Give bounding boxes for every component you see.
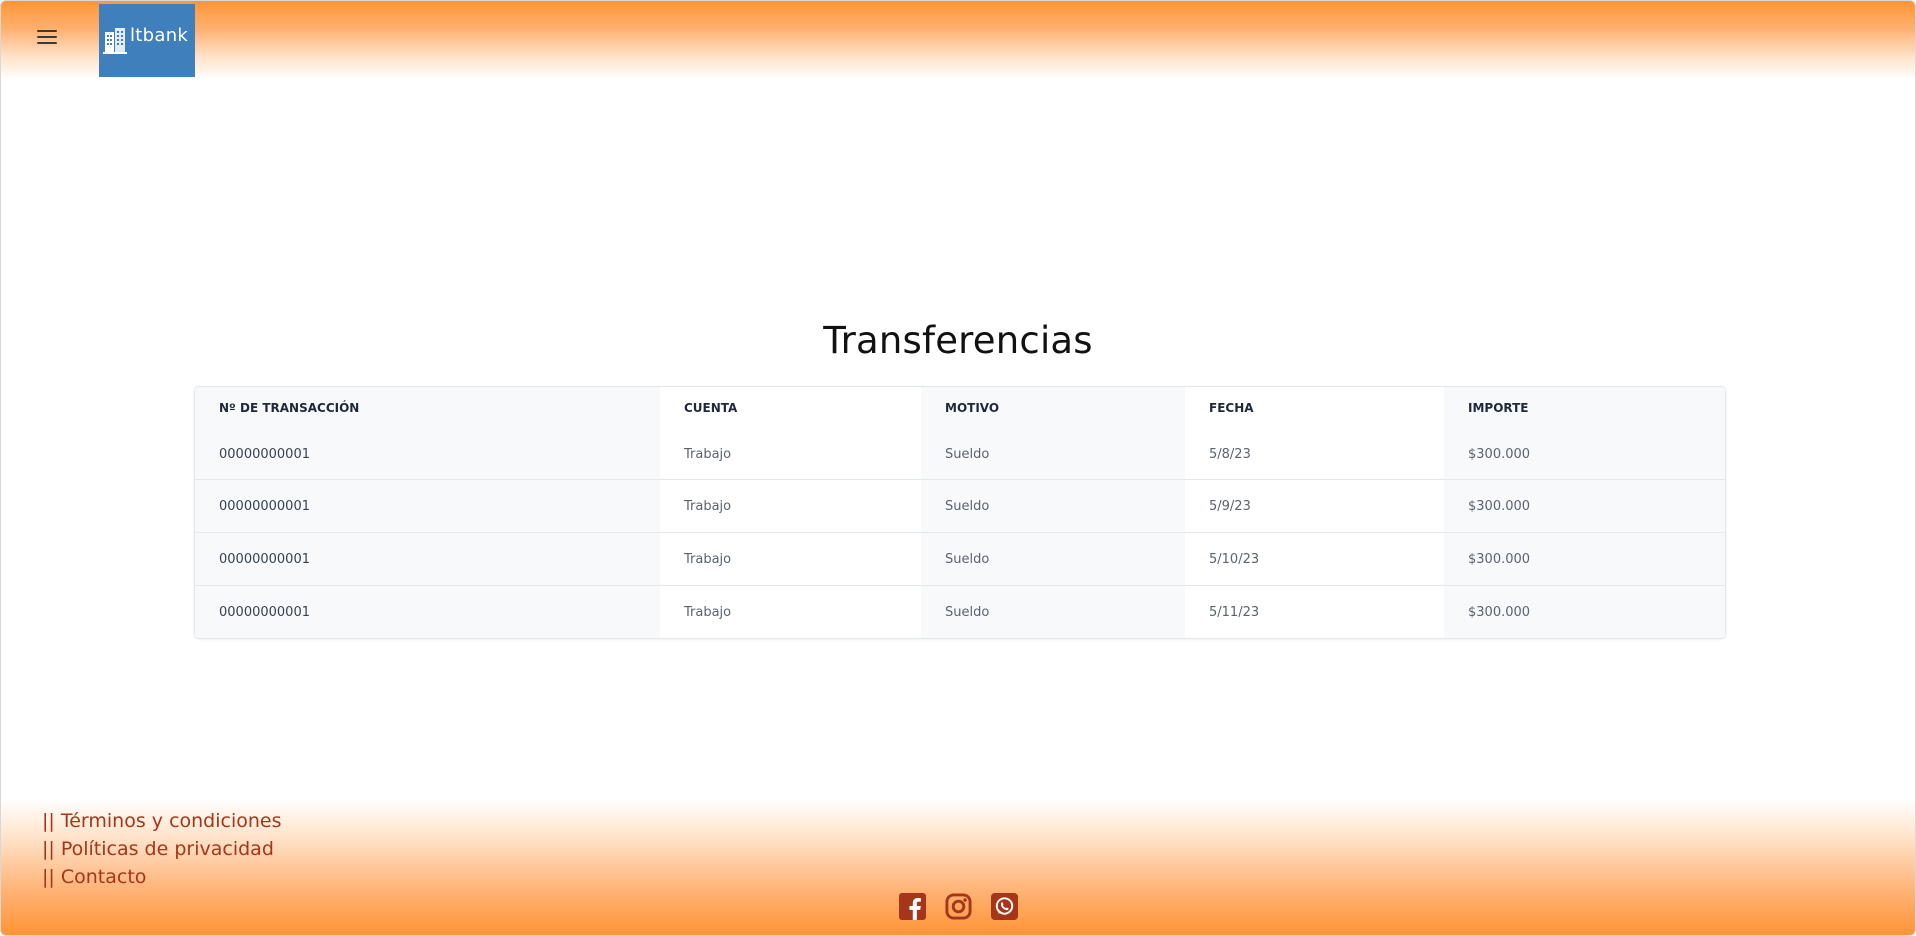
cell-account: Trabajo [660, 585, 921, 638]
facebook-icon[interactable] [899, 893, 926, 920]
cell-transaction-number: 00000000001 [195, 429, 660, 480]
footer-link-privacy[interactable]: || Políticas de privacidad [42, 835, 282, 863]
transfers-table-container: Nº DE TRANSACCIÓN CUENTA MOTIVO FECHA IM… [194, 386, 1726, 639]
buildings-icon [103, 27, 127, 54]
hamburger-menu-icon[interactable] [37, 30, 57, 46]
column-header-transaction-number: Nº DE TRANSACCIÓN [195, 387, 660, 429]
footer-links: || Términos y condiciones || Políticas d… [42, 807, 282, 891]
transfers-table: Nº DE TRANSACCIÓN CUENTA MOTIVO FECHA IM… [195, 387, 1725, 638]
app-window: ltbank Transferencias Nº DE TRANSACCIÓN … [0, 0, 1916, 936]
footer-link-terms[interactable]: || Términos y condiciones [42, 807, 282, 835]
cell-date: 5/10/23 [1185, 532, 1444, 586]
cell-transaction-number: 00000000001 [195, 585, 660, 638]
instagram-icon[interactable] [945, 893, 972, 920]
column-header-amount: IMPORTE [1444, 387, 1725, 429]
cell-reason: Sueldo [921, 429, 1185, 480]
table-row: 00000000001 Trabajo Sueldo 5/11/23 $300.… [195, 585, 1725, 638]
social-links [899, 893, 1018, 920]
cell-account: Trabajo [660, 532, 921, 586]
table-row: 00000000001 Trabajo Sueldo 5/8/23 $300.0… [195, 429, 1725, 480]
cell-reason: Sueldo [921, 532, 1185, 586]
cell-transaction-number: 00000000001 [195, 479, 660, 533]
cell-reason: Sueldo [921, 479, 1185, 533]
column-header-date: FECHA [1185, 387, 1444, 429]
cell-reason: Sueldo [921, 585, 1185, 638]
cell-date: 5/8/23 [1185, 429, 1444, 480]
page-footer: || Términos y condiciones || Políticas d… [1, 799, 1915, 935]
bank-logo[interactable]: ltbank [99, 4, 195, 77]
cell-amount: $300.000 [1444, 479, 1725, 533]
page-title: Transferencias [823, 319, 1093, 362]
footer-link-contact[interactable]: || Contacto [42, 863, 282, 891]
table-row: 00000000001 Trabajo Sueldo 5/9/23 $300.0… [195, 479, 1725, 533]
cell-amount: $300.000 [1444, 532, 1725, 586]
column-header-reason: MOTIVO [921, 387, 1185, 429]
cell-amount: $300.000 [1444, 429, 1725, 480]
top-header: ltbank [1, 1, 1915, 79]
table-row: 00000000001 Trabajo Sueldo 5/10/23 $300.… [195, 532, 1725, 586]
table-header-row: Nº DE TRANSACCIÓN CUENTA MOTIVO FECHA IM… [195, 387, 1725, 429]
cell-account: Trabajo [660, 429, 921, 480]
column-header-account: CUENTA [660, 387, 921, 429]
cell-date: 5/11/23 [1185, 585, 1444, 638]
logo-text: ltbank [130, 25, 189, 46]
whatsapp-icon[interactable] [991, 893, 1018, 920]
cell-date: 5/9/23 [1185, 479, 1444, 533]
cell-account: Trabajo [660, 479, 921, 533]
cell-transaction-number: 00000000001 [195, 532, 660, 586]
cell-amount: $300.000 [1444, 585, 1725, 638]
